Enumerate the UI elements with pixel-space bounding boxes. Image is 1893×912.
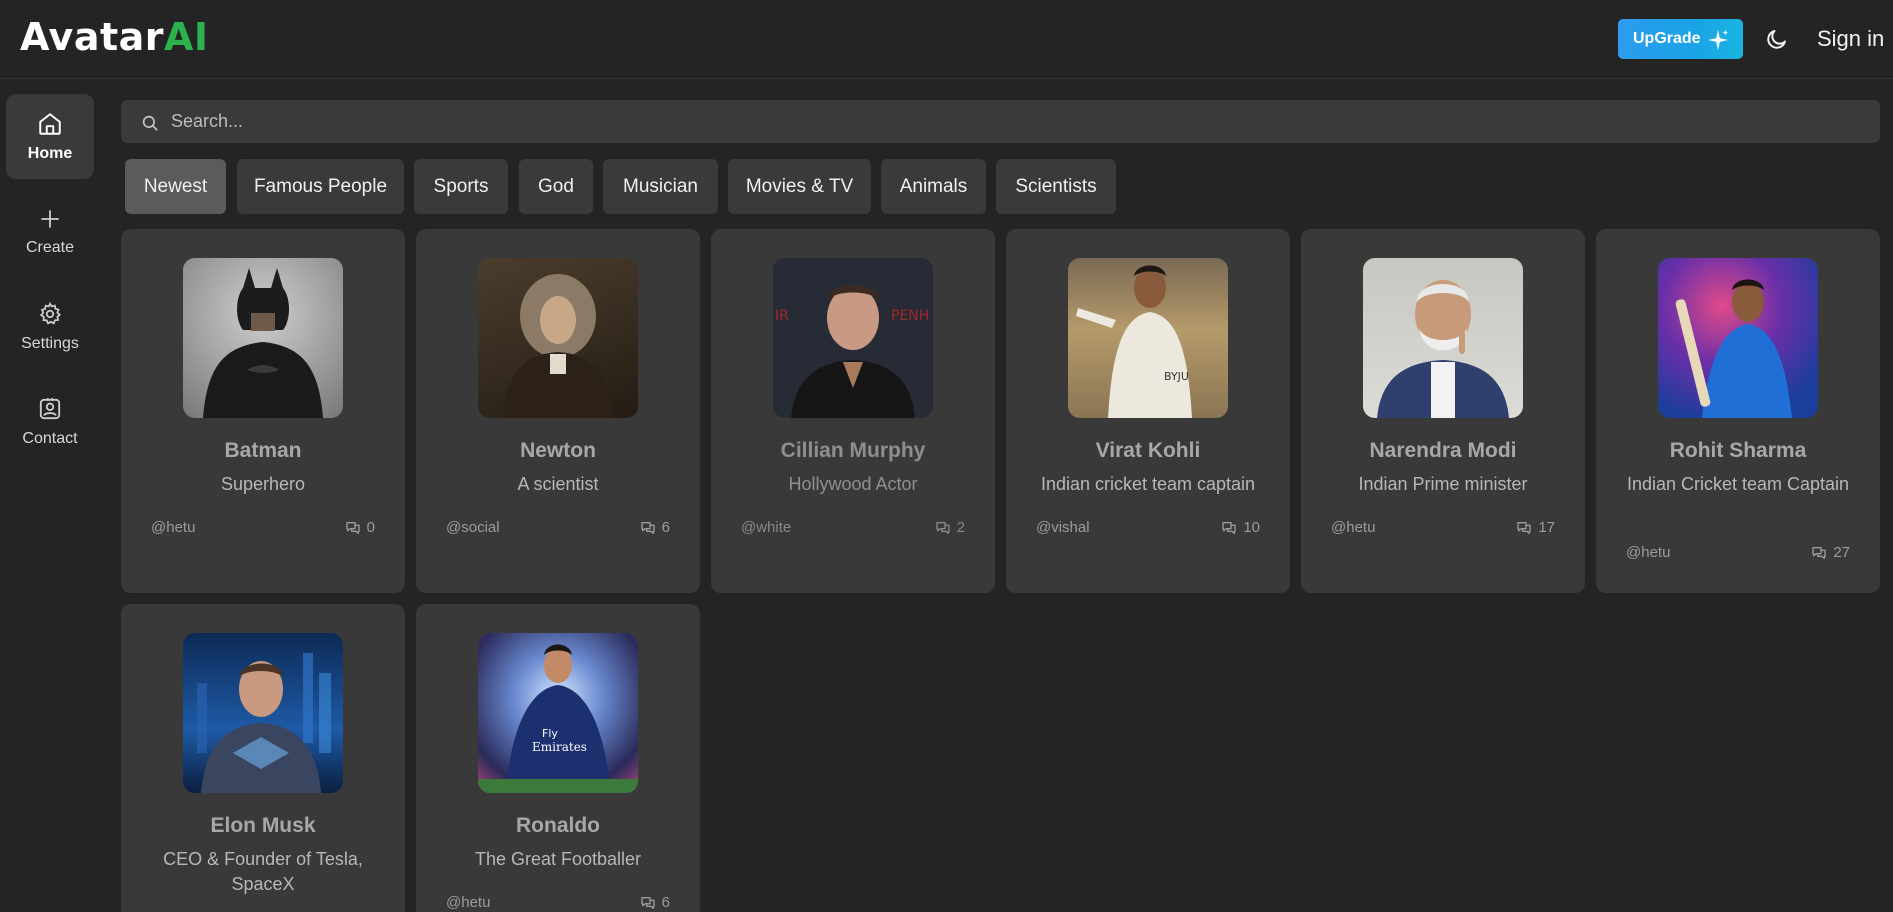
chat-bubbles-icon — [1517, 521, 1531, 534]
upgrade-label: UpGrade — [1633, 30, 1701, 47]
tab-movies-tv[interactable]: Movies & TV — [728, 159, 871, 214]
chat-bubbles-icon — [1812, 546, 1826, 559]
top-bar: AvatarAI UpGrade Sign in — [0, 0, 1893, 79]
home-icon — [39, 112, 61, 135]
avatar-card-virat-kohli[interactable]: BYJU Virat Kohli Indian cricket team cap… — [1006, 229, 1290, 593]
contact-icon — [39, 397, 61, 419]
avatar-name: Batman — [224, 439, 302, 462]
svg-text:Emirates: Emirates — [532, 740, 587, 754]
svg-text:BYJU: BYJU — [1164, 370, 1189, 383]
sidebar: Home Create Settings Contact — [0, 80, 104, 912]
avatar-name: Narendra Modi — [1369, 439, 1517, 462]
avatar-card-ronaldo[interactable]: Fly Emirates Ronaldo The Great Footballe… — [416, 604, 700, 912]
svg-text:IR: IR — [775, 308, 789, 324]
avatar-description: Indian cricket team captain — [1040, 474, 1256, 494]
tab-famous-people[interactable]: Famous People — [237, 159, 404, 214]
creator-username: @hetu — [446, 894, 491, 911]
avatar-name: Elon Musk — [210, 814, 316, 837]
gear-icon — [39, 301, 62, 325]
avatar-card-newton[interactable]: Newton A scientist @social 6 — [416, 229, 700, 593]
tab-musician[interactable]: Musician — [603, 159, 718, 214]
svg-text:PENH: PENH — [891, 308, 929, 324]
chat-bubbles-icon — [640, 521, 655, 534]
chat-count-value: 0 — [366, 519, 375, 536]
sidebar-item-label: Contact — [22, 429, 78, 447]
avatar-description: The Great Footballer — [474, 849, 642, 869]
svg-text:Fly: Fly — [542, 727, 558, 740]
avatar-image — [183, 258, 343, 418]
avatar-image — [1658, 258, 1818, 418]
avatar-card-narendra-modi[interactable]: Narendra Modi Indian Prime minister @het… — [1301, 229, 1585, 593]
chat-count: 6 — [640, 894, 670, 911]
avatar-image: Fly Emirates — [478, 633, 638, 793]
chat-bubbles-icon — [1222, 521, 1236, 534]
chat-count: 6 — [640, 519, 670, 536]
chat-count-value: 10 — [1243, 519, 1260, 536]
creator-username: @white — [741, 519, 792, 536]
chat-count: 27 — [1811, 544, 1850, 561]
avatar-card-rohit-sharma[interactable]: Rohit Sharma Indian Cricket team Captain… — [1596, 229, 1880, 593]
sidebar-item-settings[interactable]: Settings — [6, 284, 94, 369]
chat-count: 2 — [935, 519, 965, 536]
search-input[interactable]: Search... — [171, 111, 243, 132]
sidebar-item-label: Settings — [21, 334, 79, 352]
sparkle-icon — [1707, 29, 1729, 51]
chat-bubbles-icon — [345, 521, 360, 534]
chat-count-value: 6 — [661, 894, 670, 911]
logo-main-text: Avatar — [20, 15, 165, 59]
avatar-description: CEO & Founder of Tesla, SpaceX — [163, 849, 363, 894]
theme-toggle-moon-icon[interactable] — [1765, 27, 1789, 51]
avatar-name: Cillian Murphy — [780, 439, 926, 462]
avatar-description: Indian Cricket team Captain — [1626, 474, 1850, 494]
creator-username: @social — [446, 519, 500, 536]
avatar-image — [1363, 258, 1523, 418]
chat-count-value: 17 — [1538, 519, 1555, 536]
plus-icon — [41, 209, 59, 228]
avatar-description: A scientist — [517, 474, 599, 494]
tab-god[interactable]: God — [519, 159, 593, 214]
chat-count-value: 2 — [956, 519, 965, 536]
chat-bubbles-icon — [935, 521, 950, 534]
avatar-name: Ronaldo — [516, 814, 600, 837]
creator-username: @hetu — [151, 519, 196, 536]
avatar-image — [478, 258, 638, 418]
sidebar-item-create[interactable]: Create — [6, 189, 94, 274]
creator-username: @vishal — [1036, 519, 1090, 536]
avatar-name: Virat Kohli — [1095, 439, 1201, 462]
chat-count: 17 — [1516, 519, 1555, 536]
search-icon — [142, 115, 158, 131]
avatar-card-batman[interactable]: Batman Superhero @hetu 0 — [121, 229, 405, 593]
tab-newest[interactable]: Newest — [125, 159, 226, 214]
sign-in-button[interactable]: Sign in — [1817, 26, 1884, 52]
logo[interactable]: AvatarAI — [20, 15, 209, 59]
avatar-description: Indian Prime minister — [1358, 474, 1528, 494]
avatar-image: BYJU — [1068, 258, 1228, 418]
avatar-name: Newton — [520, 439, 596, 462]
upgrade-button[interactable]: UpGrade — [1618, 19, 1743, 59]
creator-username: @hetu — [1626, 544, 1671, 561]
avatar-image — [183, 633, 343, 793]
avatar-description: Hollywood Actor — [788, 474, 918, 494]
chat-count-value: 27 — [1833, 544, 1850, 561]
avatar-name: Rohit Sharma — [1669, 439, 1807, 462]
chat-bubbles-icon — [640, 896, 655, 909]
tab-animals[interactable]: Animals — [881, 159, 986, 214]
avatar-card-cillian-murphy[interactable]: IR PENH Cillian Murphy Hollywood Actor @… — [711, 229, 995, 593]
sidebar-item-label: Home — [27, 144, 73, 162]
creator-username: @hetu — [1331, 519, 1376, 536]
tab-sports[interactable]: Sports — [414, 159, 508, 214]
chat-count: 0 — [345, 519, 375, 536]
avatar-card-elon-musk[interactable]: Elon Musk CEO & Founder of Tesla, SpaceX — [121, 604, 405, 912]
avatar-image: IR PENH — [773, 258, 933, 418]
sidebar-item-contact[interactable]: Contact — [6, 379, 94, 464]
logo-accent-text: AI — [164, 15, 209, 59]
avatar-description: Superhero — [220, 474, 306, 494]
sidebar-item-label: Create — [25, 238, 75, 256]
chat-count-value: 6 — [661, 519, 670, 536]
tab-scientists[interactable]: Scientists — [996, 159, 1116, 214]
chat-count: 10 — [1221, 519, 1260, 536]
search-bar[interactable]: Search... — [121, 100, 1880, 143]
sidebar-item-home[interactable]: Home — [6, 94, 94, 179]
